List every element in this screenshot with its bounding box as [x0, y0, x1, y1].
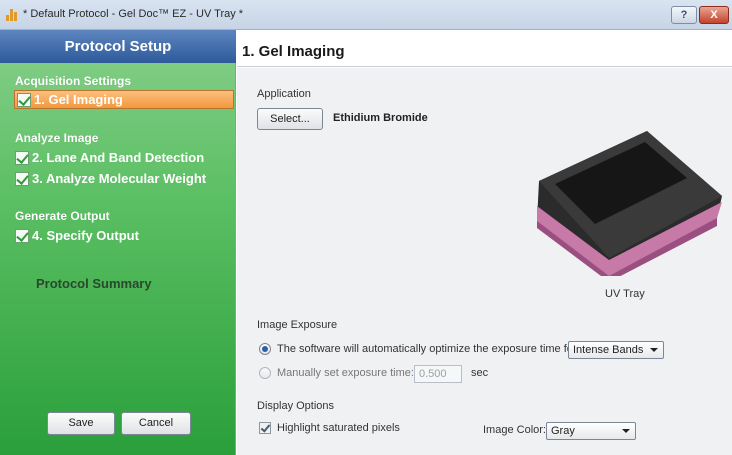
checkmark-icon: [15, 171, 29, 186]
exposure-target-dropdown[interactable]: Intense Bands: [568, 341, 664, 359]
manual-exposure-radio[interactable]: [259, 367, 271, 379]
tray-caption: UV Tray: [605, 288, 645, 300]
step-label: 4. Specify Output: [32, 228, 139, 243]
step-label: 3. Analyze Molecular Weight: [32, 171, 207, 186]
exposure-target-value: Intense Bands: [573, 344, 644, 356]
highlight-saturated-label: Highlight saturated pixels: [277, 422, 400, 434]
uv-tray-image: [537, 131, 722, 276]
help-button[interactable]: ?: [671, 6, 697, 24]
panel-header: 1. Gel Imaging: [237, 40, 732, 67]
sidebar-header: Protocol Setup: [0, 30, 236, 63]
save-button[interactable]: Save: [47, 412, 115, 435]
cancel-button[interactable]: Cancel: [121, 412, 191, 435]
select-application-button[interactable]: Select...: [257, 108, 323, 130]
application-value: Ethidium Bromide: [333, 112, 428, 124]
exposure-time-input[interactable]: 0.500: [414, 365, 462, 383]
manual-exposure-text: Manually set exposure time:: [277, 367, 414, 379]
display-options-label: Display Options: [257, 400, 335, 412]
title-bar: * Default Protocol - Gel Doc™ EZ - UV Tr…: [0, 0, 732, 30]
image-color-value: Gray: [551, 425, 575, 437]
section-acquisition-settings: Acquisition Settings: [15, 74, 132, 88]
step-analyze-molecular-weight[interactable]: 3. Analyze Molecular Weight: [15, 169, 206, 188]
step-specify-output[interactable]: 4. Specify Output: [15, 226, 139, 245]
step-lane-band-detection[interactable]: 2. Lane And Band Detection: [15, 148, 204, 167]
window-title: * Default Protocol - Gel Doc™ EZ - UV Tr…: [23, 8, 244, 20]
step-label: 2. Lane And Band Detection: [32, 150, 205, 165]
image-exposure-label: Image Exposure: [257, 319, 338, 331]
settings-content: Application Select... Ethidium Bromide U…: [237, 68, 732, 455]
close-button[interactable]: X: [699, 6, 729, 24]
step-gel-imaging[interactable]: 1. Gel Imaging: [14, 90, 234, 109]
protocol-sidebar: Protocol Setup Acquisition Settings 1. G…: [0, 30, 236, 455]
section-generate-output: Generate Output: [15, 209, 110, 223]
chevron-down-icon: [622, 429, 630, 433]
page-title: 1. Gel Imaging: [242, 43, 345, 60]
application-label: Application: [257, 88, 311, 100]
image-color-dropdown[interactable]: Gray: [546, 422, 636, 440]
settings-panel: 1. Gel Imaging Application Select... Eth…: [237, 30, 732, 455]
image-color-label: Image Color:: [483, 424, 546, 436]
exposure-unit: sec: [471, 367, 489, 379]
checkmark-icon: [15, 228, 29, 243]
auto-exposure-radio[interactable]: [259, 343, 271, 355]
checkmark-icon: [15, 150, 29, 165]
app-icon: [6, 9, 19, 21]
step-label: 1. Gel Imaging: [34, 92, 123, 107]
checkmark-icon: [17, 92, 31, 107]
section-analyze-image: Analyze Image: [15, 131, 99, 145]
protocol-summary-link[interactable]: Protocol Summary: [36, 276, 152, 291]
chevron-down-icon: [650, 348, 658, 352]
highlight-saturated-checkbox[interactable]: [259, 422, 271, 434]
auto-exposure-text: The software will automatically optimize…: [277, 343, 577, 355]
